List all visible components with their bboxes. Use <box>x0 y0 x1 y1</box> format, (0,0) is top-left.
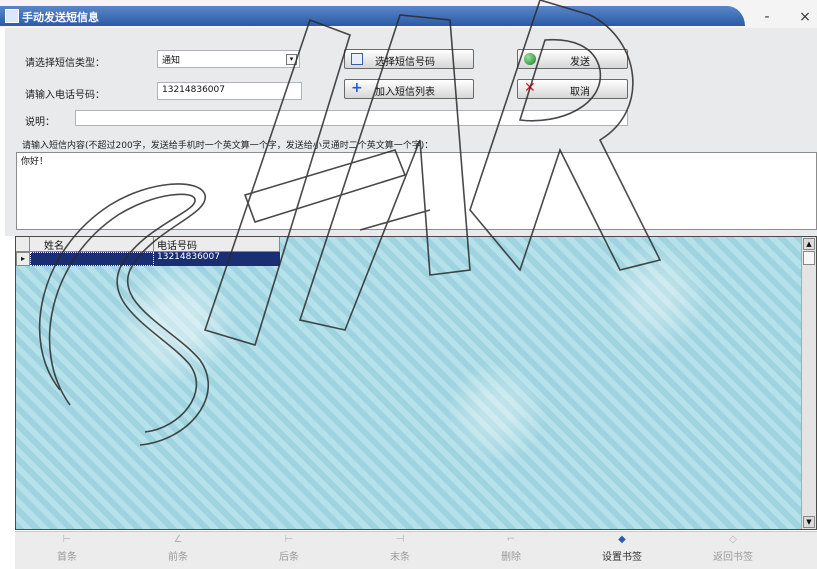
minimize-button[interactable]: - <box>754 10 780 26</box>
grid-cell-phone[interactable]: 13214836007 <box>154 252 280 266</box>
nav-last-label: 末条 <box>390 552 410 563</box>
add-to-list-button[interactable]: + 加入短信列表 <box>344 79 474 99</box>
phonebook-icon <box>351 53 363 65</box>
nav-last-button[interactable]: ⊣ 末条 <box>355 534 445 563</box>
nav-return-bookmark-button[interactable]: ◇ 返回书签 <box>688 534 778 563</box>
next-record-icon: ⊢ <box>284 534 294 545</box>
row-indicator[interactable]: ▸ <box>16 252 30 266</box>
nav-first-label: 首条 <box>57 552 77 563</box>
message-textarea[interactable]: 你好！ <box>16 152 817 230</box>
nav-delete-button[interactable]: ⌐ 删除 <box>466 534 556 563</box>
close-button[interactable]: × <box>792 10 817 26</box>
chevron-down-icon[interactable]: ▾ <box>286 54 297 65</box>
column-header-phone[interactable]: 电话号码 <box>154 237 280 252</box>
phone-input[interactable]: 13214836007 <box>157 82 302 100</box>
send-label: 发送 <box>570 57 590 68</box>
nav-delete-label: 删除 <box>501 552 521 563</box>
message-hint: 请输入短信内容(不超过200字，发送给手机时一个英文算一个字，发送给小灵通时二个… <box>22 141 434 151</box>
add-to-list-label: 加入短信列表 <box>375 87 435 98</box>
vertical-scrollbar[interactable]: ▲ ▼ <box>801 237 816 529</box>
send-button[interactable]: 发送 <box>517 49 628 69</box>
plus-icon: + <box>351 80 363 96</box>
scroll-down-icon[interactable]: ▼ <box>803 516 815 528</box>
prev-record-icon: ∠ <box>173 534 183 545</box>
window-title: 手动发送短信息 <box>22 11 99 24</box>
nav-return-bookmark-label: 返回书签 <box>713 552 753 563</box>
cancel-button[interactable]: ✕ 取消 <box>517 79 628 99</box>
title-bar: 手动发送短信息 - × <box>0 0 817 28</box>
bottom-toolbar: ⊢ 首条 ∠ 前条 ⊢ 后条 ⊣ 末条 ⌐ 删除 ◆ 设置书签 ◇ 返回书签 <box>15 531 817 569</box>
select-numbers-label: 选择短信号码 <box>375 57 435 68</box>
type-label: 请选择短信类型： <box>25 58 105 69</box>
app-icon <box>5 9 19 23</box>
nav-next-label: 后条 <box>279 552 299 563</box>
delete-icon: ⌐ <box>506 534 516 545</box>
phone-value: 13214836007 <box>162 85 225 95</box>
select-numbers-button[interactable]: 选择短信号码 <box>344 49 474 69</box>
sms-type-select[interactable]: 通知 ▾ <box>157 50 300 68</box>
grid-corner <box>16 237 30 252</box>
globe-icon <box>524 53 536 65</box>
nav-first-button[interactable]: ⊢ 首条 <box>22 534 112 563</box>
note-input[interactable] <box>75 110 628 126</box>
bookmark-return-icon: ◇ <box>729 534 737 545</box>
cancel-label: 取消 <box>570 87 590 98</box>
sms-type-value: 通知 <box>162 56 181 66</box>
title-tab: 手动发送短信息 <box>0 6 745 26</box>
close-icon: ✕ <box>524 80 536 96</box>
nav-set-bookmark-label: 设置书签 <box>602 552 642 563</box>
nav-set-bookmark-button[interactable]: ◆ 设置书签 <box>577 534 667 563</box>
nav-prev-button[interactable]: ∠ 前条 <box>133 534 223 563</box>
first-record-icon: ⊢ <box>62 534 72 545</box>
last-record-icon: ⊣ <box>395 534 405 545</box>
scroll-up-icon[interactable]: ▲ <box>803 238 815 250</box>
grid-cell-name[interactable] <box>30 252 154 266</box>
column-header-name[interactable]: 姓名 <box>30 237 154 252</box>
scroll-thumb[interactable] <box>803 251 815 265</box>
bookmark-set-icon: ◆ <box>618 534 626 545</box>
phone-label: 请输入电话号码： <box>25 90 105 101</box>
nav-prev-label: 前条 <box>168 552 188 563</box>
recipient-grid[interactable]: 姓名 电话号码 ▸ 13214836007 ▲ ▼ <box>15 236 817 530</box>
nav-next-button[interactable]: ⊢ 后条 <box>244 534 334 563</box>
message-value: 你好！ <box>21 157 49 167</box>
note-label: 说明： <box>25 117 55 128</box>
